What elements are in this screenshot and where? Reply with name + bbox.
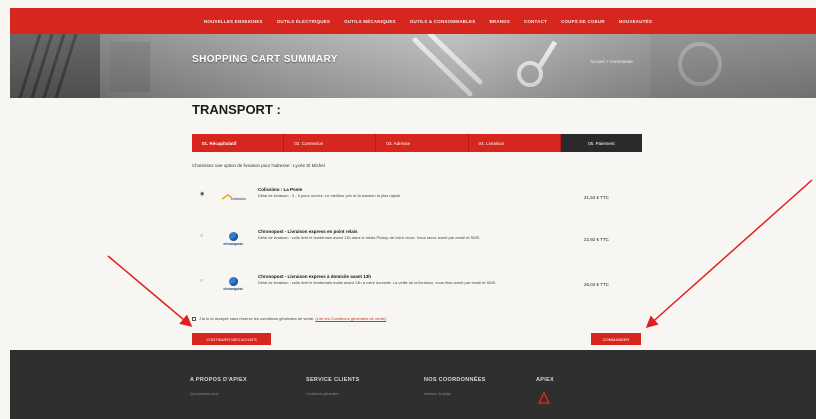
terms-text: J'ai lu et accepte sans réserve les cond…	[199, 316, 315, 321]
nav-item[interactable]: OUTILS ÉLECTRIQUES	[277, 19, 330, 24]
footer-link[interactable]: Qui sommes-nous	[190, 392, 247, 396]
option-title: Chronopost - Livraison express en point …	[258, 229, 358, 234]
chronopost-logo-icon	[228, 277, 238, 286]
colissimo-logo-icon: colissimo	[221, 194, 246, 201]
chronopost-logo: chronopost	[220, 276, 246, 292]
banner-title: SHOPPING CART SUMMARY	[192, 54, 338, 65]
footer-heading: A PROPOS D'APIEX	[190, 377, 247, 383]
checkout-steps: 01. Récapitulatif 02. Connexion 03. Adre…	[192, 134, 643, 152]
footer-heading: APIEX	[536, 377, 555, 383]
shipping-option-chronopost-home[interactable]: ○ chronopost Chronopost - Livraison expr…	[192, 270, 642, 306]
arrow-right	[645, 179, 813, 328]
nav-item[interactable]: COUPS DE COEUR	[561, 19, 605, 24]
footer-customer-service: SERVICE CLIENTS Conditions générales	[306, 377, 360, 396]
nav-item[interactable]: NOUVEAUTÉS	[619, 19, 652, 24]
terms-link[interactable]: (Lire les Conditions générales de vente)	[315, 316, 386, 321]
arrow-left	[107, 255, 193, 327]
colissimo-logo: colissimo	[220, 189, 246, 205]
option-title: Colissimo : La Poste	[258, 187, 303, 192]
page-title: TRANSPORT :	[192, 102, 281, 117]
breadcrumb[interactable]: Accueil > Commande	[590, 59, 633, 64]
order-button[interactable]: COMMANDER	[591, 333, 641, 345]
step-payment: 05. Paiement	[560, 134, 643, 152]
shipping-option-colissimo[interactable]: ◉ colissimo Colissimo : La Poste Délai d…	[192, 183, 642, 219]
header-banner: SHOPPING CART SUMMARY Accueil > Commande	[10, 34, 816, 98]
shipping-option-chronopost-relay[interactable]: ○ chronopost Chronopost - Livraison expr…	[192, 225, 642, 261]
terms-checkbox[interactable]	[192, 316, 196, 321]
svg-text:colissimo: colissimo	[231, 196, 246, 201]
step-shipping[interactable]: 04. Livraison	[468, 134, 561, 152]
site-footer: A PROPOS D'APIEX Qui sommes-nous SERVICE…	[10, 350, 816, 419]
option-description: Délai de livraison : colis livré le lend…	[258, 235, 481, 240]
step-login[interactable]: 02. Connexion	[284, 134, 377, 152]
radio-icon[interactable]: ○	[200, 233, 203, 239]
footer-link[interactable]: Adresse du siège	[424, 392, 486, 396]
radio-selected-icon[interactable]: ◉	[200, 191, 204, 197]
option-description: Délai de livraison : colis livré le lend…	[258, 280, 497, 285]
nav-item[interactable]: NOUVELLES ENSEIGNES	[204, 19, 263, 24]
step-address[interactable]: 03. Adresse	[376, 134, 469, 152]
option-price: 22,92 € TTC	[584, 237, 609, 242]
delivery-address-instruction: Choisissez une option de livraison pour …	[192, 163, 325, 168]
continue-shopping-button[interactable]: CONTINUER MES ACHATS	[192, 333, 271, 345]
option-price: 26,04 € TTC	[584, 282, 609, 287]
nav-item[interactable]: BRANDS	[489, 19, 509, 24]
option-description: Délai de livraison : 3 - 5 jours ouvrés.…	[258, 193, 401, 198]
step-summary[interactable]: 01. Récapitulatif	[192, 134, 285, 152]
radio-icon[interactable]: ○	[200, 278, 203, 284]
chronopost-logo: chronopost	[220, 231, 246, 247]
footer-brand: APIEX	[536, 377, 554, 383]
footer-link[interactable]: Conditions générales	[306, 392, 360, 396]
nav-item[interactable]: OUTILS MÉCANIQUES	[344, 19, 396, 24]
terms-agreement: J'ai lu et accepte sans réserve les cond…	[192, 316, 386, 321]
apiex-logo-icon	[538, 392, 550, 404]
nav-item[interactable]: CONTACT	[524, 19, 547, 24]
footer-contact: NOS COORDONNÉES Adresse du siège	[424, 377, 486, 396]
footer-about: A PROPOS D'APIEX Qui sommes-nous	[190, 377, 247, 396]
top-navigation: NOUVELLES ENSEIGNES OUTILS ÉLECTRIQUES O…	[10, 8, 816, 34]
option-price: 21,54 € TTC	[584, 195, 609, 200]
chronopost-logo-icon	[228, 232, 238, 241]
footer-heading: SERVICE CLIENTS	[306, 377, 360, 383]
footer-heading: NOS COORDONNÉES	[424, 377, 486, 383]
nav-item[interactable]: OUTILS & CONSOMMABLES	[410, 19, 476, 24]
option-title: Chronopost - Livraison express à domicil…	[258, 274, 372, 279]
